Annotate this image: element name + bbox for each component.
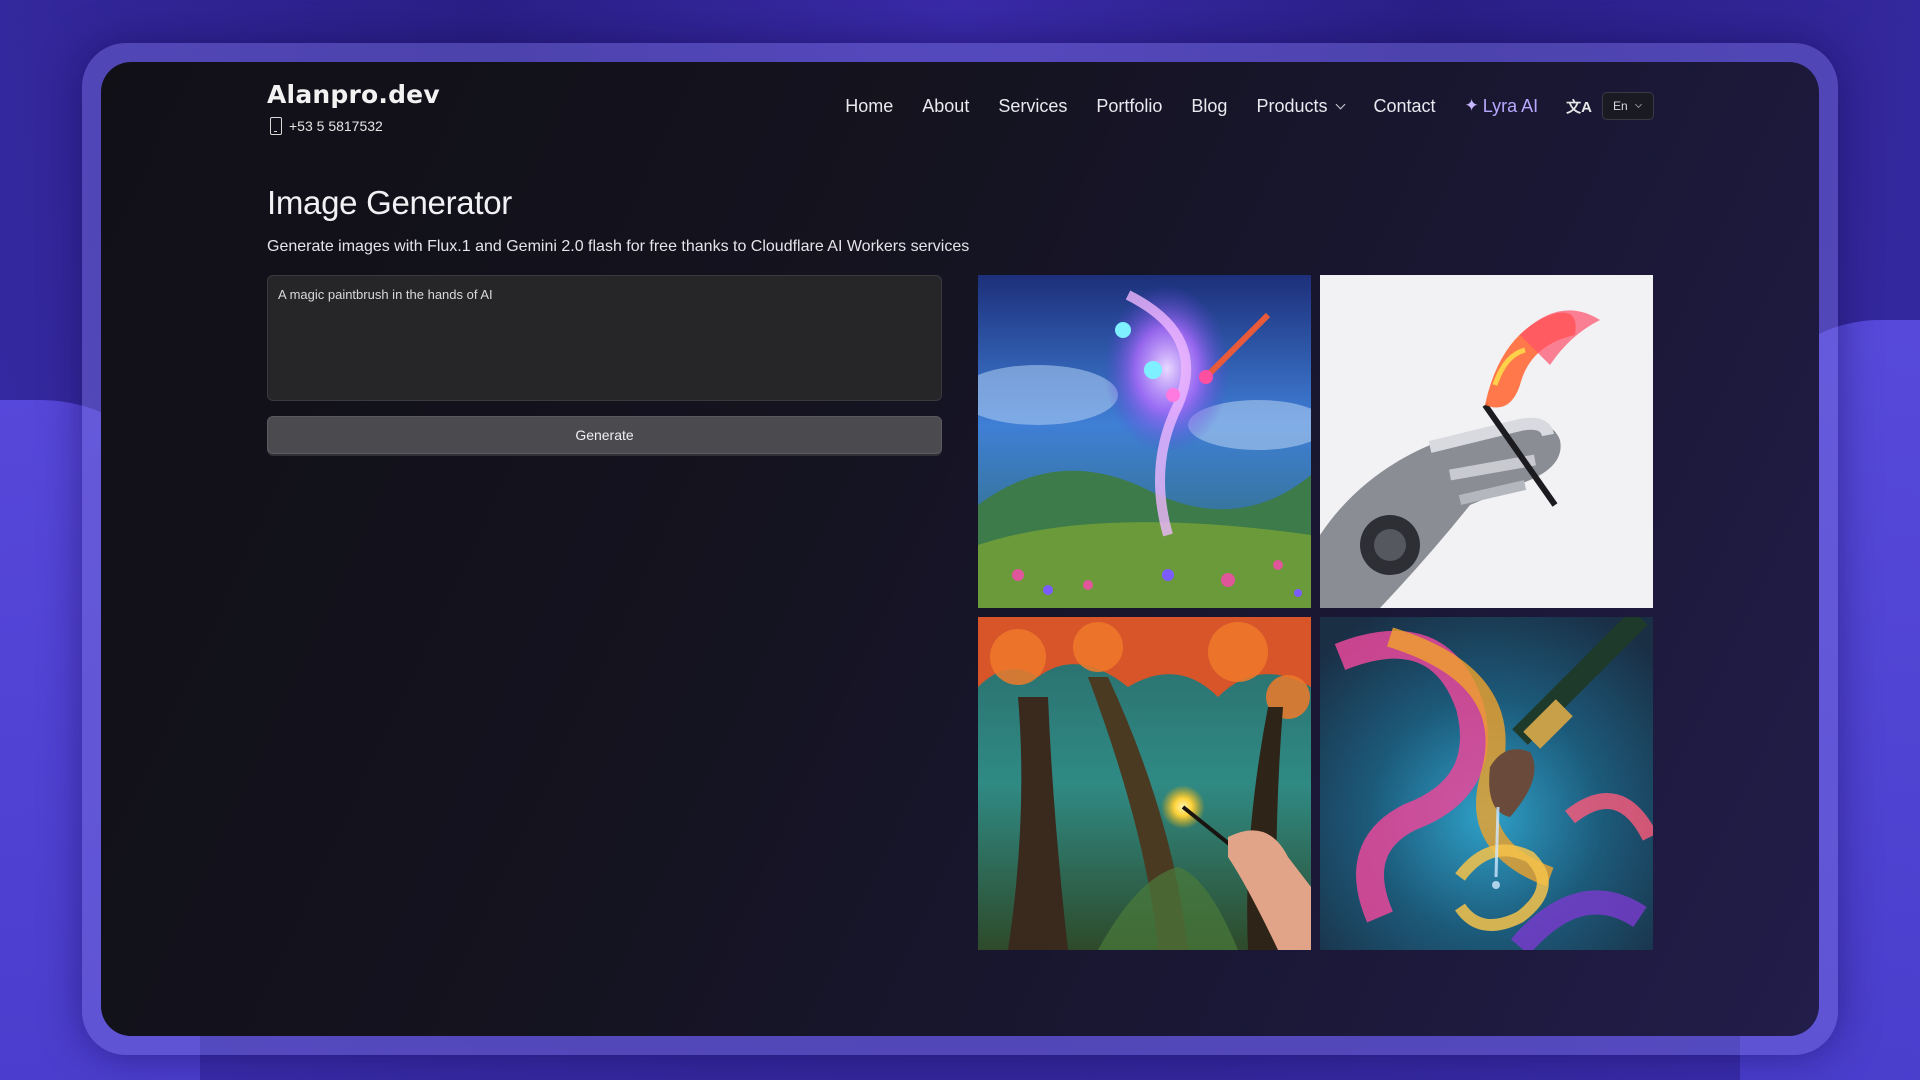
image-gallery — [978, 275, 1653, 950]
prompt-input[interactable]: A magic paintbrush in the hands of AI — [267, 275, 942, 401]
nav-blog[interactable]: Blog — [1191, 96, 1227, 117]
chevron-down-icon — [1634, 100, 1642, 109]
generated-image-robot-hand[interactable] — [1320, 275, 1653, 608]
nav-about[interactable]: About — [922, 96, 969, 117]
site-header: Alanpro.dev +53 5 5817532 Home About Ser… — [267, 80, 1654, 150]
generated-image-cosmic-creature[interactable] — [978, 275, 1311, 608]
language-select[interactable]: En — [1602, 92, 1654, 120]
chevron-down-icon — [1336, 99, 1346, 109]
app-window: Alanpro.dev +53 5 5817532 Home About Ser… — [101, 62, 1819, 1036]
nav-contact[interactable]: Contact — [1373, 96, 1435, 117]
page-title: Image Generator — [267, 184, 512, 221]
nav-home[interactable]: Home — [845, 96, 893, 117]
nav-products-dropdown[interactable]: Products — [1256, 95, 1346, 117]
phone-number: +53 5 5817532 — [289, 118, 383, 134]
phone-contact[interactable]: +53 5 5817532 — [270, 117, 383, 135]
generated-image-paint-swirl[interactable] — [1320, 617, 1653, 950]
phone-icon — [270, 117, 282, 135]
nav-portfolio[interactable]: Portfolio — [1096, 96, 1162, 117]
generate-button[interactable]: Generate — [267, 416, 942, 454]
page-content: Alanpro.dev +53 5 5817532 Home About Ser… — [267, 62, 1654, 1036]
brand-logo[interactable]: Alanpro.dev — [267, 80, 440, 109]
translate-icon[interactable]: 文A — [1566, 96, 1592, 117]
nav-services[interactable]: Services — [998, 96, 1067, 117]
nav-products-label: Products — [1256, 95, 1328, 116]
sparkle-icon: ✦ — [1464, 96, 1479, 115]
lyra-label: Lyra AI — [1482, 95, 1539, 116]
main-nav: Home About Services Portfolio Blog Produ… — [845, 92, 1654, 120]
language-selected: En — [1613, 99, 1628, 113]
page-subtitle: Generate images with Flux.1 and Gemini 2… — [267, 238, 970, 255]
generated-image-autumn-forest[interactable] — [978, 617, 1311, 950]
nav-lyra-ai[interactable]: ✦ Lyra AI — [1465, 96, 1539, 117]
